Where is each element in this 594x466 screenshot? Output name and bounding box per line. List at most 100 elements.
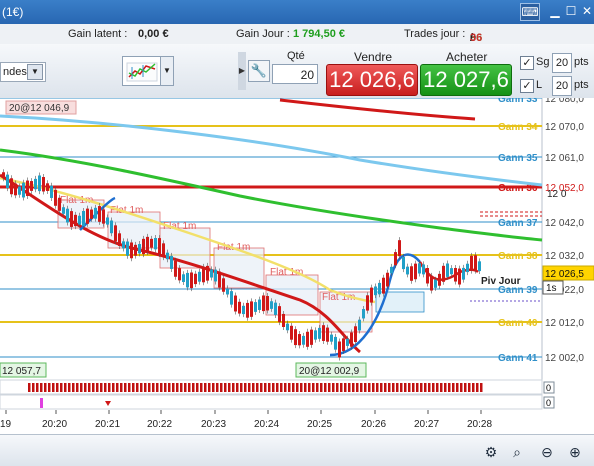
candle (182, 274, 185, 283)
period-select[interactable]: ndes ▼ (0, 62, 46, 82)
candle (234, 295, 237, 312)
candle (294, 329, 297, 346)
candle (58, 197, 61, 211)
time-label: 20:25 (307, 419, 332, 430)
indicator-dropdown[interactable]: ▼ (160, 56, 174, 86)
candle (330, 334, 333, 342)
volume-bar (452, 383, 455, 392)
volume-bar (320, 383, 323, 392)
candle (106, 217, 109, 225)
wrench-icon[interactable]: 🔧 (248, 60, 270, 82)
status-bar: Gain latent : 0,00 € Gain Jour : 1 794,5… (0, 24, 594, 45)
candle (18, 186, 21, 195)
volume-bar (324, 383, 327, 392)
candle (406, 266, 409, 275)
candle (2, 172, 5, 179)
order-tag-top-text: 20@12 046,9 (9, 103, 70, 114)
volume-bar (232, 383, 235, 392)
latent-value: 0,00 € (138, 28, 169, 40)
volume-bar (116, 383, 119, 392)
l-points-input[interactable]: 20 (552, 76, 572, 96)
l-label: L (536, 79, 543, 91)
candle (134, 244, 137, 256)
indicator-button[interactable] (122, 56, 162, 86)
candle (382, 277, 385, 294)
candle (434, 279, 437, 288)
volume-bar (364, 383, 367, 392)
time-label: 20:21 (95, 419, 120, 430)
candle (470, 255, 473, 271)
sg-label: Sg (536, 56, 550, 68)
sg-checkbox[interactable]: ✓ (520, 56, 534, 70)
candle (362, 309, 365, 319)
candle (446, 263, 449, 277)
candle (258, 299, 261, 310)
candle (438, 273, 441, 286)
latent-label: Gain latent : (68, 28, 128, 40)
volume-bar (240, 383, 243, 392)
volume-bar (140, 383, 143, 392)
price-chart[interactable]: Gann 33 12 080,0 Gann 34 12 070,0 Gann 35 12 … (0, 98, 594, 465)
chevron-down-icon[interactable]: ▼ (27, 64, 43, 80)
candle (334, 336, 337, 350)
candle (302, 335, 305, 345)
candle (42, 177, 45, 192)
candle (174, 260, 177, 277)
candle (186, 272, 189, 288)
collapse-tab[interactable]: ▶ (238, 52, 246, 90)
gann-name: Gann 34 (498, 122, 538, 133)
sell-button[interactable]: 12 026,6 (326, 64, 418, 96)
candle (218, 271, 221, 288)
volume-bar (28, 383, 31, 392)
volume-bar (424, 383, 427, 392)
l-checkbox[interactable]: ✓ (520, 79, 534, 93)
candle (170, 255, 173, 269)
volume-bar (36, 383, 39, 392)
volume-bar (264, 383, 267, 392)
volume-bar (252, 383, 255, 392)
volume-bar (340, 383, 343, 392)
volume-bar (412, 383, 415, 392)
candle (66, 208, 69, 223)
buy-label: Acheter (446, 50, 488, 64)
candle (162, 243, 165, 258)
close-button[interactable]: ✕ (578, 3, 594, 19)
candle (310, 329, 313, 345)
buy-button[interactable]: 12 027,6 (420, 64, 512, 96)
qty-input[interactable]: 20 (272, 64, 318, 84)
countdown: 1s (546, 283, 557, 294)
candle (286, 323, 289, 331)
sg-points-input[interactable]: 20 (552, 53, 572, 73)
candle (426, 268, 429, 284)
candle (282, 313, 285, 327)
candle (114, 225, 117, 242)
candle (250, 301, 253, 317)
volume-bar (236, 383, 239, 392)
volume-bar (360, 383, 363, 392)
volume-bar (312, 383, 315, 392)
volume-bar (304, 383, 307, 392)
volume-bar (468, 383, 471, 392)
volume-bar (284, 383, 287, 392)
volume-bar (204, 383, 207, 392)
zoom-out-icon[interactable]: ⊖ (538, 443, 556, 461)
trades-lost: 36 (470, 32, 483, 44)
volume-bar (400, 383, 403, 392)
candle (166, 252, 169, 260)
tools-icon[interactable]: ⚙ (482, 443, 500, 461)
order-tag-bottom-mid-text: 20@12 002,9 (299, 366, 360, 377)
zoom-in-icon[interactable]: ⊕ (566, 443, 584, 461)
volume-bar (420, 383, 423, 392)
candle (350, 332, 353, 347)
gann-price: 12 032,0 (545, 251, 584, 262)
volume-bar (428, 383, 431, 392)
zoom-fit-icon[interactable]: ⌕ (508, 443, 526, 461)
trades-label: Trades jour : (404, 28, 466, 40)
keyboard-icon[interactable]: ⌨ (520, 3, 540, 21)
volume-bar (388, 383, 391, 392)
volume-bar (120, 383, 123, 392)
volume-bar (128, 383, 131, 392)
candle (390, 266, 393, 274)
gann-name: Gann 35 (498, 153, 538, 164)
candle (122, 241, 125, 249)
